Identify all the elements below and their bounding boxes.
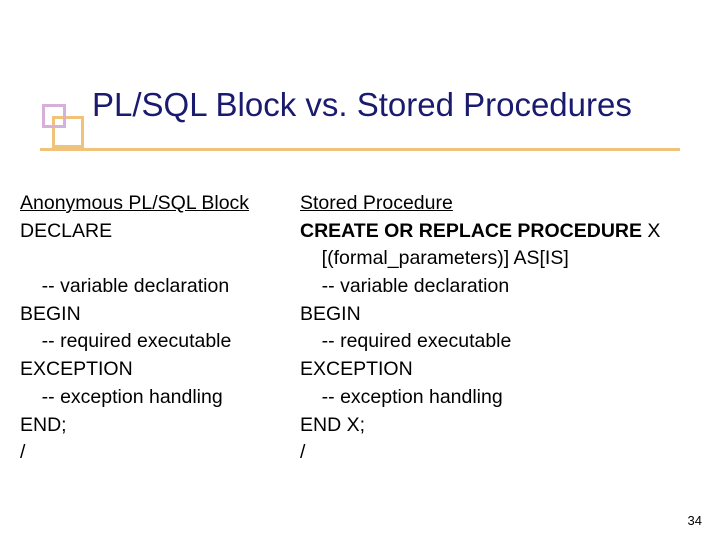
code-line: BEGIN [20, 301, 290, 329]
slide-title: PL/SQL Block vs. Stored Procedures [92, 86, 632, 124]
code-line: -- variable declaration [300, 273, 720, 301]
title-underline [40, 148, 680, 151]
code-line: CREATE OR REPLACE PROCEDURE X [300, 218, 720, 246]
right-heading: Stored Procedure [300, 190, 720, 218]
code-line: BEGIN [300, 301, 720, 329]
right-column: Stored Procedure CREATE OR REPLACE PROCE… [300, 190, 720, 467]
code-line: -- exception handling [300, 384, 720, 412]
code-line: EXCEPTION [20, 356, 290, 384]
code-line: DECLARE [20, 218, 290, 246]
code-text: X [642, 220, 660, 242]
code-line: -- variable declaration [20, 273, 290, 301]
slide-number: 34 [688, 513, 702, 528]
title-bullet-icon [42, 104, 86, 148]
left-column: Anonymous PL/SQL Block DECLARE -- variab… [20, 190, 290, 467]
code-line: END X; [300, 412, 720, 440]
code-line: / [300, 439, 720, 467]
keyword-bold: CREATE OR REPLACE PROCEDURE [300, 220, 642, 242]
code-line: -- required executable [300, 328, 720, 356]
code-line: [(formal_parameters)] AS[IS] [300, 245, 720, 273]
left-heading: Anonymous PL/SQL Block [20, 190, 290, 218]
code-line: EXCEPTION [300, 356, 720, 384]
code-line: / [20, 439, 290, 467]
code-line: END; [20, 412, 290, 440]
code-line [20, 245, 290, 273]
code-line: -- exception handling [20, 384, 290, 412]
code-line: -- required executable [20, 328, 290, 356]
